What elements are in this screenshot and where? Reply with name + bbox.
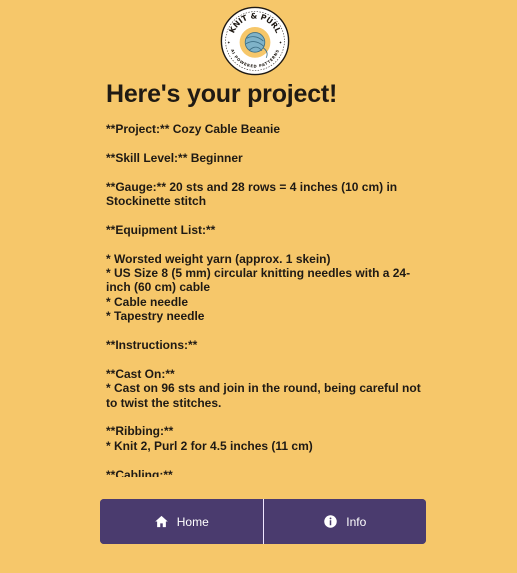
- svg-text:✦: ✦: [279, 40, 283, 45]
- pattern-block: **Equipment List:**: [106, 223, 430, 237]
- pattern-line: **Gauge:** 20 sts and 28 rows = 4 inches…: [106, 179, 398, 208]
- pattern-line: * Cable needle: [106, 294, 189, 309]
- pattern-line: **Equipment List:**: [106, 222, 216, 237]
- pattern-line: **Cast On:**: [106, 366, 175, 381]
- pattern-line: **Cabling:**: [106, 467, 173, 477]
- home-icon: [154, 515, 168, 528]
- pattern-line: * Tapestry needle: [106, 309, 205, 324]
- pattern-line: * Worsted weight yarn (approx. 1 skein): [106, 251, 331, 266]
- pattern-line: * US Size 8 (5 mm) circular knitting nee…: [106, 266, 411, 295]
- pattern-block: **Project:** Cozy Cable Beanie: [106, 122, 430, 136]
- svg-text:✦: ✦: [227, 40, 231, 45]
- bottom-navigation: Home Info: [100, 499, 426, 544]
- pattern-content[interactable]: **Project:** Cozy Cable Beanie **Skill Le…: [106, 122, 430, 477]
- info-label: Info: [346, 514, 367, 529]
- pattern-line: **Skill Level:** Beginner: [106, 150, 243, 165]
- pattern-line: * Knit 2, Purl 2 for 4.5 inches (11 cm): [106, 438, 313, 453]
- page-title: Here's your project!: [106, 80, 338, 108]
- pattern-block: * Worsted weight yarn (approx. 1 skein) *…: [106, 252, 430, 324]
- info-icon: [324, 515, 337, 528]
- pattern-block: **Skill Level:** Beginner: [106, 151, 430, 165]
- info-button[interactable]: Info: [262, 499, 426, 544]
- pattern-line: **Ribbing:**: [106, 424, 174, 439]
- pattern-block: **Cabling:**: [106, 468, 430, 477]
- pattern-line: **Project:** Cozy Cable Beanie: [106, 122, 281, 136]
- pattern-line: **Instructions:**: [106, 338, 198, 353]
- home-label: Home: [176, 514, 209, 529]
- pattern-block: **Cast On:** * Cast on 96 sts and join in…: [106, 367, 430, 410]
- home-button[interactable]: Home: [100, 499, 263, 544]
- pattern-block: **Ribbing:** * Knit 2, Purl 2 for 4.5 inc…: [106, 424, 430, 453]
- pattern-block: **Gauge:** 20 sts and 28 rows = 4 inches…: [106, 180, 430, 209]
- knit-and-purl-logo: KNIT & PURL AI POWERED PATTERNS ✦ ✦: [220, 6, 290, 76]
- pattern-block: **Instructions:**: [106, 338, 430, 352]
- pattern-line: * Cast on 96 sts and join in the round, …: [106, 381, 421, 410]
